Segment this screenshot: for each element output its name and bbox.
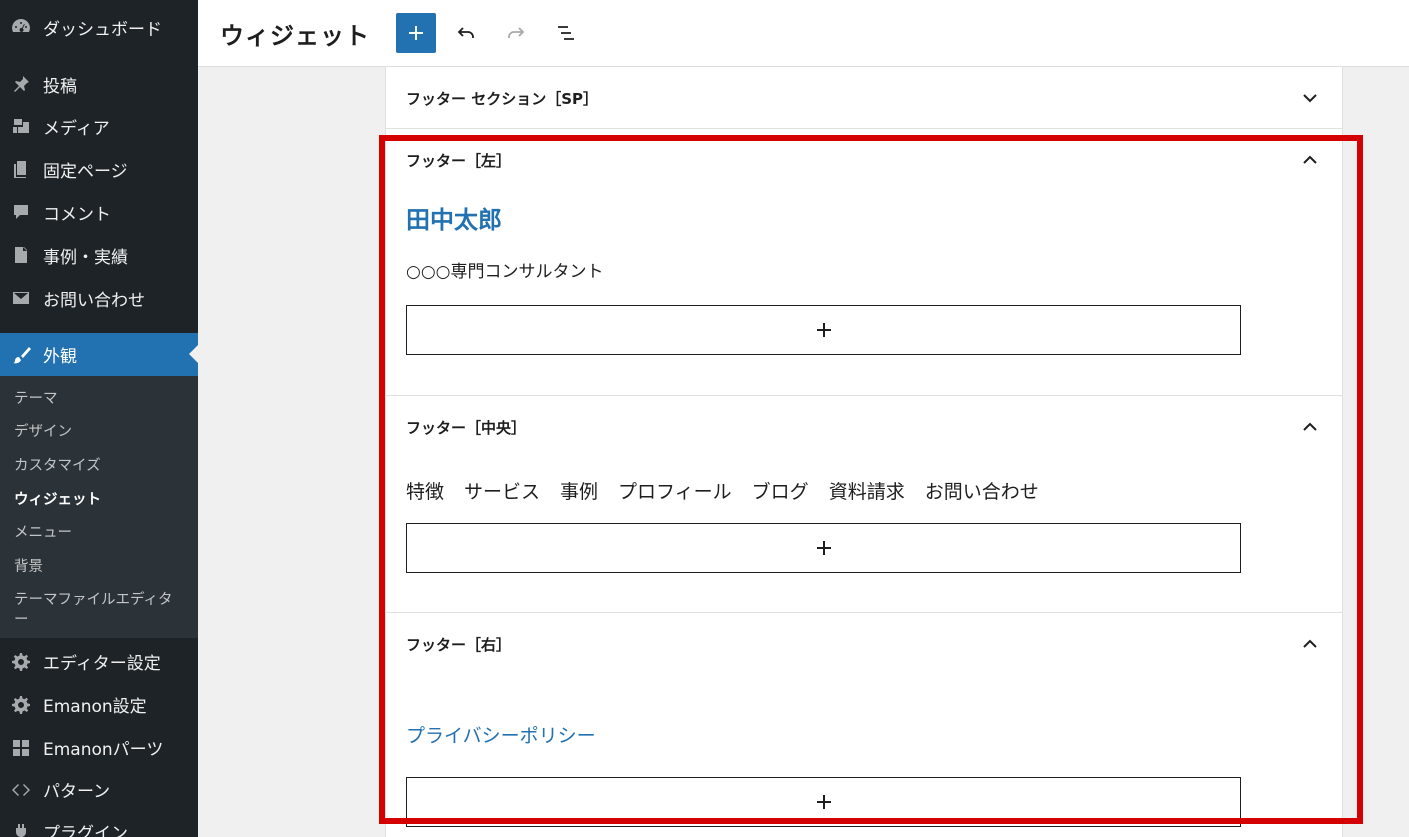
menu-emanon-settings[interactable]: Emanon設定	[0, 685, 198, 725]
menu-editor-settings[interactable]: エディター設定	[0, 642, 198, 682]
menu-case-studies[interactable]: 事例・実績	[0, 235, 198, 275]
menu-emanon-parts[interactable]: Emanonパーツ	[0, 728, 198, 768]
submenu-theme-file-editor[interactable]: テーマファイルエディター	[0, 584, 198, 632]
nav-link-features[interactable]: 特徴	[406, 475, 444, 509]
submenu-themes[interactable]: テーマ	[0, 382, 198, 416]
submenu-menus[interactable]: メニュー	[0, 516, 198, 550]
area-header[interactable]: フッター［右］	[386, 613, 1342, 675]
submenu-background[interactable]: 背景	[0, 550, 198, 584]
block-appender-button[interactable]	[406, 305, 1241, 355]
list-view-button[interactable]	[546, 13, 586, 53]
mail-icon	[10, 287, 32, 309]
pin-icon	[10, 73, 32, 95]
dashboard-icon	[10, 16, 32, 38]
menu-appearance[interactable]: 外観	[0, 333, 198, 376]
chevron-up-icon[interactable]	[1298, 148, 1322, 172]
area-title: フッター セクション［SP］	[406, 89, 599, 108]
area-header[interactable]: フッター［中央］	[386, 396, 1342, 458]
menu-pages[interactable]: 固定ページ	[0, 149, 198, 189]
paragraph-block[interactable]: ○○○専門コンサルタント	[406, 259, 1322, 285]
widget-areas: フッター セクション［SP］ フッター［左］ 田中太郎 ○○○専門コンサルタント…	[385, 67, 1343, 837]
area-title: フッター［左］	[406, 151, 512, 170]
navigation-block: 特徴 サービス 事例 プロフィール ブログ 資料請求 お問い合わせ	[406, 475, 1322, 509]
area-title: フッター［右］	[406, 635, 512, 654]
plus-icon	[816, 323, 831, 337]
document-icon	[10, 244, 32, 266]
page-title: ウィジェット	[220, 21, 370, 50]
admin-sidebar: ダッシュボード 投稿 メディア 固定ページ コメント 事例・実績 お問い合わせ …	[0, 0, 198, 837]
pages-icon	[10, 158, 32, 180]
nav-link-request[interactable]: 資料請求	[829, 475, 905, 509]
menu-media[interactable]: メディア	[0, 106, 198, 146]
gear-icon	[10, 694, 32, 716]
heading-block[interactable]: 田中太郎	[406, 203, 1322, 237]
diamond-icon	[10, 779, 32, 801]
area-header[interactable]: フッター［左］	[386, 129, 1342, 191]
undo-button[interactable]	[446, 13, 486, 53]
media-icon	[10, 115, 32, 137]
menu-dashboard[interactable]: ダッシュボード	[0, 7, 198, 47]
plus-icon	[816, 541, 831, 555]
menu-plugins[interactable]: プラグイン	[0, 812, 198, 837]
undo-icon	[457, 27, 474, 38]
widget-area-footer-left: フッター［左］ 田中太郎 ○○○専門コンサルタント	[385, 129, 1343, 396]
brush-icon	[10, 344, 32, 366]
widget-area-footer-right: フッター［右］ プライバシーポリシー	[385, 613, 1343, 837]
nav-link-profile[interactable]: プロフィール	[618, 475, 732, 509]
appearance-submenu: テーマ デザイン カスタマイズ ウィジェット メニュー 背景 テーマファイルエデ…	[0, 376, 198, 638]
submenu-widgets[interactable]: ウィジェット	[0, 483, 198, 517]
nav-link-cases[interactable]: 事例	[560, 475, 598, 509]
chevron-up-icon[interactable]	[1298, 632, 1322, 656]
plugin-icon	[10, 821, 32, 837]
chevron-down-icon[interactable]	[1298, 86, 1322, 110]
nav-link-blog[interactable]: ブログ	[752, 475, 809, 509]
widget-area-footer-sp: フッター セクション［SP］	[385, 67, 1343, 129]
privacy-policy-link[interactable]: プライバシーポリシー	[406, 719, 1322, 753]
menu-comments[interactable]: コメント	[0, 192, 198, 232]
grid-icon	[10, 737, 32, 759]
editor-header: ウィジェット	[198, 0, 1409, 67]
nav-link-services[interactable]: サービス	[464, 475, 540, 509]
plus-icon	[409, 26, 423, 40]
menu-patterns[interactable]: パターン	[0, 770, 198, 810]
comment-icon	[10, 201, 32, 223]
plus-icon	[816, 795, 831, 809]
list-view-icon	[558, 26, 574, 40]
gear-icon	[10, 651, 32, 673]
nav-link-contact[interactable]: お問い合わせ	[925, 475, 1039, 509]
chevron-up-icon[interactable]	[1298, 415, 1322, 439]
redo-button[interactable]	[496, 13, 536, 53]
submenu-design[interactable]: デザイン	[0, 416, 198, 450]
add-block-button[interactable]	[396, 13, 436, 53]
block-appender-button[interactable]	[406, 777, 1241, 827]
submenu-customize[interactable]: カスタマイズ	[0, 449, 198, 483]
area-title: フッター［中央］	[406, 418, 527, 437]
widget-area-footer-center: フッター［中央］ 特徴 サービス 事例 プロフィール ブログ 資料請求 お問い合…	[385, 396, 1343, 613]
menu-contact[interactable]: お問い合わせ	[0, 278, 198, 318]
menu-posts[interactable]: 投稿	[0, 64, 198, 104]
redo-icon	[508, 27, 525, 38]
area-header[interactable]: フッター セクション［SP］	[386, 67, 1342, 129]
block-appender-button[interactable]	[406, 523, 1241, 573]
